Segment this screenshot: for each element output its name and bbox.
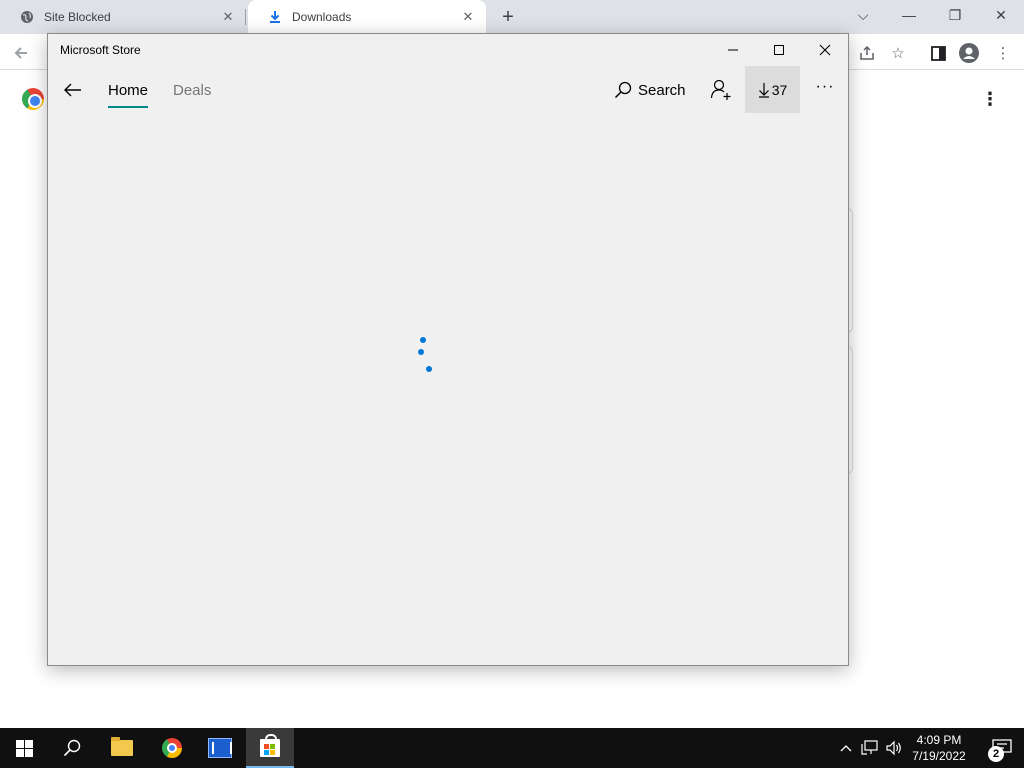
store-taskbar-button[interactable] — [246, 728, 294, 768]
spinner-dot — [418, 349, 424, 355]
network-icon[interactable] — [860, 738, 880, 758]
share-icon[interactable] — [856, 42, 878, 64]
store-navigation-bar: Home Deals Search 37 ··· — [48, 66, 848, 114]
profile-avatar-icon[interactable] — [958, 42, 980, 64]
downloads-button[interactable]: 37 — [745, 66, 800, 113]
downloads-count: 37 — [771, 81, 788, 98]
tab-downloads[interactable]: Downloads ✕ — [248, 0, 486, 34]
chrome-icon — [162, 738, 182, 758]
search-taskbar-button[interactable] — [48, 728, 96, 768]
back-button[interactable] — [58, 72, 88, 108]
close-tab-icon[interactable]: ✕ — [460, 9, 476, 25]
minimize-icon[interactable]: — — [886, 0, 932, 34]
search-button[interactable]: Search — [614, 72, 686, 108]
loading-spinner — [413, 334, 433, 374]
file-explorer-button[interactable] — [98, 728, 146, 768]
back-arrow-icon[interactable] — [10, 42, 32, 64]
side-panel-icon[interactable] — [927, 42, 949, 64]
microsoft-store-window: Microsoft Store Home Deals Search 37 ··· — [47, 33, 849, 666]
chrome-taskbar-button[interactable] — [148, 728, 196, 768]
close-button[interactable] — [802, 34, 848, 66]
chrome-tab-strip: Site Blocked ✕ Downloads ✕ + ⌵ — ❐ ✕ — [0, 0, 1024, 34]
back-arrow-icon — [64, 83, 81, 97]
search-label: Search — [638, 81, 686, 99]
app-taskbar-button[interactable] — [196, 728, 244, 768]
chrome-menu-icon[interactable]: ⋮ — [992, 42, 1014, 64]
taskbar: 4:09 PM 7/19/2022 2 — [0, 728, 1024, 768]
tab-deals[interactable]: Deals — [173, 82, 211, 99]
tab-search-icon[interactable]: ⌵ — [840, 0, 886, 34]
tab-title: Downloads — [292, 10, 352, 24]
minimize-button[interactable] — [710, 34, 756, 66]
store-titlebar: Microsoft Store — [48, 34, 848, 66]
search-icon — [614, 81, 632, 99]
more-options-button[interactable]: ··· — [810, 72, 840, 108]
close-tab-icon[interactable]: ✕ — [220, 9, 236, 25]
notification-badge: 2 — [988, 746, 1004, 762]
window-title: Microsoft Store — [60, 43, 141, 57]
tab-site-blocked[interactable]: Site Blocked ✕ — [0, 0, 246, 34]
store-bag-icon — [260, 734, 280, 757]
system-clock[interactable]: 4:09 PM 7/19/2022 — [900, 732, 978, 764]
maximize-icon — [774, 45, 784, 55]
new-tab-button[interactable]: + — [498, 7, 518, 27]
spinner-dot — [420, 337, 426, 343]
account-button[interactable] — [708, 72, 734, 108]
download-icon — [268, 10, 282, 24]
clock-date: 7/19/2022 — [912, 749, 966, 763]
add-user-icon — [710, 79, 731, 100]
spinner-dot — [426, 366, 432, 372]
start-button[interactable] — [0, 728, 48, 768]
tab-home[interactable]: Home — [108, 82, 149, 108]
close-window-icon[interactable]: ✕ — [978, 0, 1024, 34]
chevron-up-icon[interactable] — [836, 738, 856, 758]
search-icon — [63, 739, 81, 757]
minimize-icon — [728, 49, 738, 51]
page-menu-icon[interactable]: ⋮ — [980, 88, 1000, 110]
tab-title: Site Blocked — [44, 10, 111, 24]
app-icon — [208, 738, 232, 758]
close-icon — [819, 44, 831, 56]
folder-icon — [111, 737, 133, 756]
chrome-logo-icon — [22, 88, 44, 110]
maximize-button[interactable] — [756, 34, 802, 66]
globe-icon — [20, 10, 34, 24]
restore-icon[interactable]: ❐ — [932, 0, 978, 34]
bookmark-star-icon[interactable]: ☆ — [887, 42, 909, 64]
download-icon — [758, 82, 769, 98]
clock-time: 4:09 PM — [916, 733, 962, 747]
windows-logo-icon — [15, 739, 33, 757]
